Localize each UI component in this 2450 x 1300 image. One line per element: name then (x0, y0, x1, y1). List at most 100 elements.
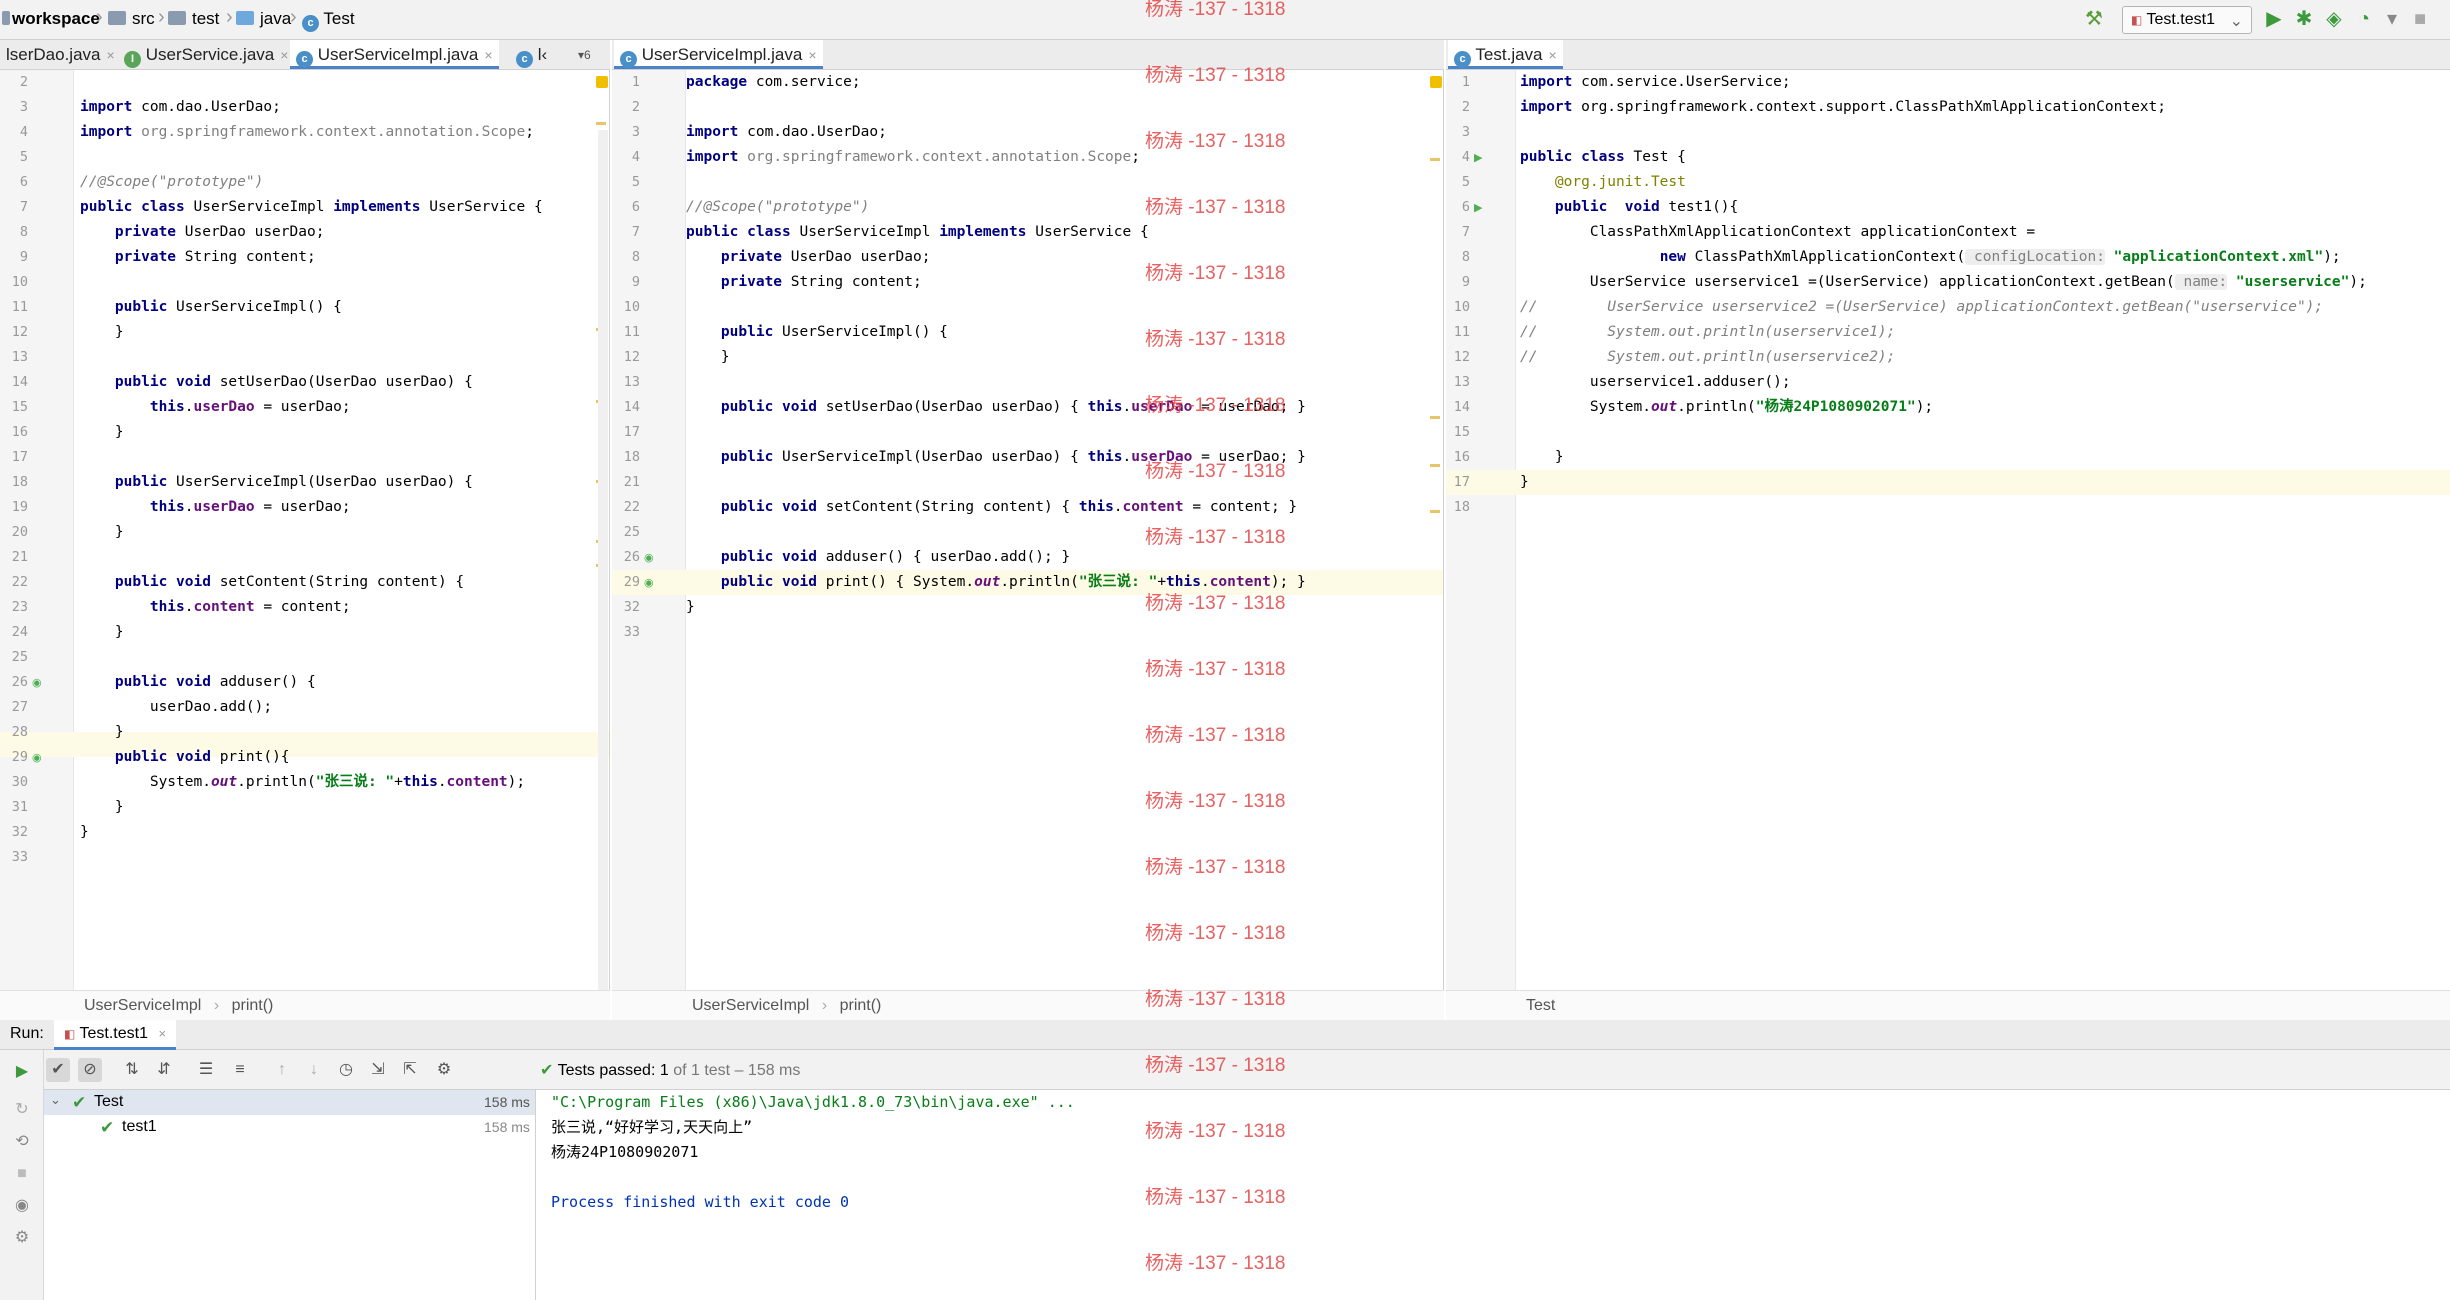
line-number[interactable]: 29 (616, 570, 640, 595)
import-tests-icon[interactable]: ⇲ (366, 1058, 390, 1082)
line-number[interactable]: 14 (616, 395, 640, 420)
settings-gear-icon[interactable]: ⚙ (432, 1058, 456, 1082)
line-number[interactable]: 12 (4, 320, 28, 345)
editor-pane-right[interactable]: 1 import com.service.UserService; 2 import … (1446, 70, 2450, 990)
change-marker[interactable] (596, 122, 606, 125)
line-number[interactable]: 24 (4, 620, 28, 645)
status-method[interactable]: print() (840, 997, 882, 1014)
line-number[interactable]: 28 (4, 720, 28, 745)
status-class[interactable]: UserServiceImpl (84, 997, 201, 1014)
code-line[interactable]: userDao.add(); (80, 695, 272, 720)
code-line[interactable]: } (1520, 470, 1529, 495)
run-icon[interactable]: ▶ (2262, 8, 2286, 30)
code-line[interactable]: public void setUserDao(UserDao userDao) … (80, 370, 473, 395)
line-number[interactable]: 2 (4, 70, 28, 95)
line-number[interactable]: 25 (4, 645, 28, 670)
line-number[interactable]: 10 (616, 295, 640, 320)
next-failed-icon[interactable]: ↓ (302, 1058, 326, 1082)
profile-icon[interactable]: ◔ (2352, 8, 2376, 30)
export-icon[interactable]: ⇱ (398, 1058, 422, 1082)
line-number[interactable]: 13 (1448, 370, 1470, 395)
code-line[interactable]: public void adduser() { (80, 670, 316, 695)
line-number[interactable]: 27 (4, 695, 28, 720)
tab-userserviceimpl[interactable]: c UserServiceImpl.java × (614, 40, 823, 69)
breadcrumb-workspace[interactable]: workspace (12, 9, 100, 29)
settings-gear-icon[interactable]: ⚙ (10, 1226, 34, 1250)
line-number[interactable]: 17 (616, 420, 640, 445)
line-number[interactable]: 17 (4, 445, 28, 470)
change-marker[interactable] (1430, 158, 1440, 161)
line-number[interactable]: 22 (616, 495, 640, 520)
status-method[interactable]: print() (232, 997, 274, 1014)
stop-icon[interactable]: ■ (10, 1162, 34, 1186)
code-line[interactable]: new ClassPathXmlApplicationContext( conf… (1520, 245, 2341, 270)
line-number[interactable]: 16 (4, 420, 28, 445)
line-number[interactable]: 33 (4, 845, 28, 870)
line-number[interactable]: 7 (616, 220, 640, 245)
run-gutter-icon[interactable]: ▶ (1474, 151, 1482, 164)
breadcrumb-test-class[interactable]: c Test (302, 9, 355, 32)
code-line[interactable]: import org.springframework.context.annot… (80, 120, 534, 145)
line-number[interactable]: 32 (616, 595, 640, 620)
rerun-failed-icon[interactable]: ↻ (10, 1098, 34, 1122)
warning-marker-icon[interactable] (596, 76, 608, 88)
code-line[interactable]: public UserServiceImpl() { (80, 295, 342, 320)
line-number[interactable]: 13 (616, 370, 640, 395)
line-number[interactable]: 9 (1448, 270, 1470, 295)
sort-duration-icon[interactable]: ⇵ (152, 1058, 176, 1082)
code-line[interactable]: public UserServiceImpl() { (686, 320, 948, 345)
show-passed-icon[interactable]: ✔ (46, 1058, 70, 1082)
line-number[interactable]: 19 (4, 495, 28, 520)
line-number[interactable]: 3 (1448, 120, 1470, 145)
tab-test[interactable]: c Test.java × (1448, 40, 1563, 69)
line-number[interactable]: 10 (4, 270, 28, 295)
previous-failed-icon[interactable]: ↑ (270, 1058, 294, 1082)
code-line[interactable]: private String content; (686, 270, 922, 295)
line-number[interactable]: 11 (1448, 320, 1470, 345)
code-line[interactable]: this.userDao = userDao; (80, 495, 351, 520)
code-line[interactable]: //@Scope("prototype") (80, 170, 263, 195)
history-icon[interactable]: ◷ (334, 1058, 358, 1082)
change-marker[interactable] (1430, 510, 1440, 513)
line-number[interactable]: 3 (616, 120, 640, 145)
more-run-icon[interactable]: ▾ (2380, 8, 2404, 30)
line-number[interactable]: 9 (616, 270, 640, 295)
code-line[interactable]: @org.junit.Test (1520, 170, 1686, 195)
code-line[interactable]: userservice1.adduser(); (1520, 370, 1791, 395)
line-number[interactable]: 11 (4, 295, 28, 320)
line-number[interactable]: 15 (1448, 420, 1470, 445)
code-line[interactable]: this.content = content; (80, 595, 351, 620)
line-number[interactable]: 1 (616, 70, 640, 95)
line-number[interactable]: 20 (4, 520, 28, 545)
code-line[interactable]: System.out.println("张三说: "+this.content)… (80, 770, 525, 795)
line-number[interactable]: 3 (4, 95, 28, 120)
show-ignored-icon[interactable]: ⊘ (78, 1058, 102, 1082)
line-number[interactable]: 14 (1448, 395, 1470, 420)
code-line[interactable]: UserService userservice1 =(UserService) … (1520, 270, 2367, 295)
build-hammer-icon[interactable]: ⚒ (2082, 8, 2106, 30)
line-number[interactable]: 5 (4, 145, 28, 170)
expand-all-icon[interactable]: ☰ (194, 1058, 218, 1082)
code-line[interactable]: ClassPathXmlApplicationContext applicati… (1520, 220, 2035, 245)
code-line[interactable]: // UserService userservice2 =(UserServic… (1520, 295, 2323, 320)
line-number[interactable]: 11 (616, 320, 640, 345)
code-line[interactable]: public class Test { (1520, 145, 1686, 170)
line-number[interactable]: 30 (4, 770, 28, 795)
status-class[interactable]: UserServiceImpl (692, 997, 809, 1014)
line-number[interactable]: 22 (4, 570, 28, 595)
code-line[interactable]: // System.out.println(userservice1); (1520, 320, 1895, 345)
code-line[interactable]: public void adduser() { userDao.add(); } (686, 545, 1070, 570)
tab-userserviceimpl[interactable]: c UserServiceImpl.java × (290, 40, 499, 69)
code-line[interactable]: import org.springframework.context.annot… (686, 145, 1140, 170)
line-number[interactable]: 5 (1448, 170, 1470, 195)
line-number[interactable]: 32 (4, 820, 28, 845)
close-icon[interactable]: × (1549, 47, 1557, 63)
editor-pane-middle[interactable]: 1 package com.service; 2 3 import com.dao.Us… (612, 70, 1444, 990)
line-number[interactable]: 8 (1448, 245, 1470, 270)
code-line[interactable]: private String content; (80, 245, 316, 270)
line-number[interactable]: 18 (1448, 495, 1470, 520)
line-number[interactable]: 13 (4, 345, 28, 370)
line-number[interactable]: 7 (1448, 220, 1470, 245)
code-line[interactable]: System.out.println("杨涛24P1080902071"); (1520, 395, 1933, 420)
code-line[interactable]: } (686, 595, 695, 620)
